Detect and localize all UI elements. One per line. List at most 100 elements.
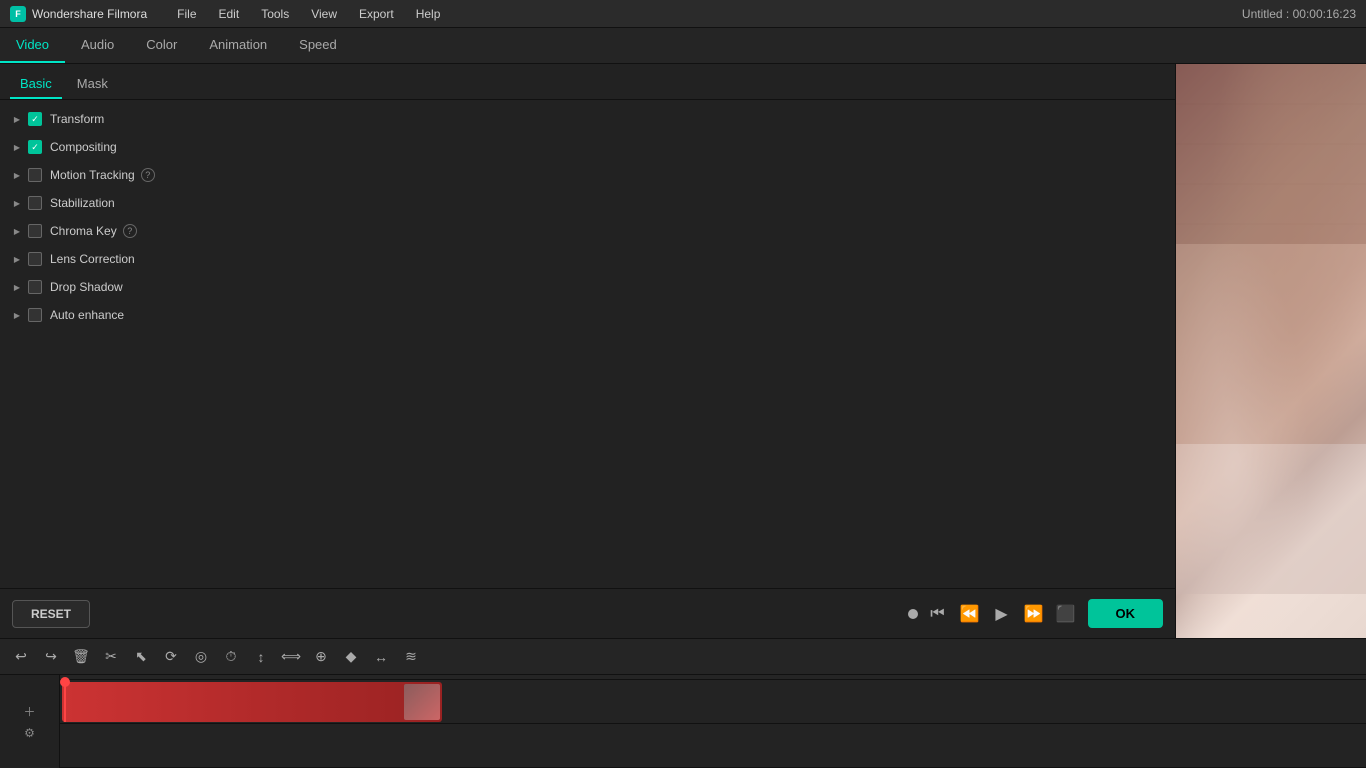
menu-file[interactable]: File	[167, 4, 206, 24]
tab-speed[interactable]: Speed	[283, 27, 353, 63]
timeline-area: ↩ ↪ 🗑 ✂ ⬉ ⟳ ◎ ⏱ ↕ ⟺ ⊕ ◆ ↔ ≋ ＋ ⚙ 00:00:00…	[0, 638, 1366, 768]
ruler-tick-5: 00:00:50:00	[960, 675, 1008, 677]
property-label-transform: Transform	[50, 112, 104, 126]
playhead[interactable]	[64, 682, 66, 722]
property-row-chroma-key[interactable]: ▶ Chroma Key ?	[0, 217, 1175, 245]
property-label-motion-tracking: Motion Tracking	[50, 168, 135, 182]
preview-image	[1176, 64, 1366, 638]
expand-arrow-compositing[interactable]: ▶	[10, 140, 24, 154]
property-row-motion-tracking[interactable]: ▶ Motion Tracking ?	[0, 161, 1175, 189]
property-label-lens-correction: Lens Correction	[50, 252, 135, 266]
checkbox-lens-correction[interactable]	[28, 252, 42, 266]
tab-color[interactable]: Color	[130, 27, 193, 63]
tl-redo-btn[interactable]: ↪	[38, 644, 64, 670]
checkbox-stabilization[interactable]	[28, 196, 42, 210]
playback-play-forward[interactable]: ⏩	[1022, 602, 1046, 626]
checkbox-transform[interactable]	[28, 112, 42, 126]
menu-tools[interactable]: Tools	[251, 4, 299, 24]
filmora-icon: F	[10, 6, 26, 22]
checkbox-drop-shadow[interactable]	[28, 280, 42, 294]
timeline-ruler-area: 00:00:00:00 00:00:10:00 00:00:20:00 00:0…	[60, 675, 1366, 768]
tab-animation[interactable]: Animation	[193, 27, 283, 63]
expand-arrow-drop-shadow[interactable]: ▶	[10, 280, 24, 294]
main-tab-bar: Video Audio Color Animation Speed	[0, 28, 1366, 64]
property-label-stabilization: Stabilization	[50, 196, 115, 210]
property-label-auto-enhance: Auto enhance	[50, 308, 124, 322]
tl-record-btn[interactable]: ◎	[188, 644, 214, 670]
scrubber-dot	[908, 609, 918, 619]
checkbox-auto-enhance[interactable]	[28, 308, 42, 322]
tab-video[interactable]: Video	[0, 27, 65, 63]
timeline-toolbar: ↩ ↪ 🗑 ✂ ⬉ ⟳ ◎ ⏱ ↕ ⟺ ⊕ ◆ ↔ ≋	[0, 639, 1366, 675]
property-row-transform[interactable]: ▶ Transform	[0, 105, 1175, 133]
left-panel: Basic Mask ▶ Transform ▶ Compositing ▶ M…	[0, 64, 1175, 638]
main-content: Basic Mask ▶ Transform ▶ Compositing ▶ M…	[0, 64, 1366, 638]
expand-arrow-auto-enhance[interactable]: ▶	[10, 308, 24, 322]
sub-tab-basic[interactable]: Basic	[10, 72, 62, 99]
expand-arrow-chroma-key[interactable]: ▶	[10, 224, 24, 238]
timeline-add-track-btn[interactable]: ＋	[23, 703, 35, 720]
expand-arrow-stabilization[interactable]: ▶	[10, 196, 24, 210]
property-row-compositing[interactable]: ▶ Compositing	[0, 133, 1175, 161]
property-row-auto-enhance[interactable]: ▶ Auto enhance	[0, 301, 1175, 329]
ruler-tick-1: 00:00:10:00	[240, 675, 288, 677]
expand-arrow-motion-tracking[interactable]: ▶	[10, 168, 24, 182]
tl-ripple-btn[interactable]: ⟺	[278, 644, 304, 670]
tl-snap-btn[interactable]: ⊕	[308, 644, 334, 670]
title-bar: F Wondershare Filmora File Edit Tools Vi…	[0, 0, 1366, 28]
timeline-settings-btn[interactable]: ⚙	[24, 726, 35, 740]
property-label-chroma-key: Chroma Key	[50, 224, 117, 238]
menu-edit[interactable]: Edit	[209, 4, 250, 24]
playhead-top	[60, 677, 70, 687]
ruler-tick-6: 00:01:00:00	[1140, 675, 1188, 677]
checkbox-compositing[interactable]	[28, 140, 42, 154]
ruler-tick-3: 00:00:30:00	[600, 675, 648, 677]
checkbox-motion-tracking[interactable]	[28, 168, 42, 182]
tab-audio[interactable]: Audio	[65, 27, 130, 63]
playback-play[interactable]: ▶	[990, 602, 1014, 626]
tl-crop-btn[interactable]: ⬉	[128, 644, 154, 670]
menu-bar: File Edit Tools View Export Help	[167, 4, 450, 24]
playback-step-back[interactable]: ⏮	[926, 602, 950, 626]
menu-export[interactable]: Export	[349, 4, 404, 24]
tl-marker-btn[interactable]: ◆	[338, 644, 364, 670]
menu-help[interactable]: Help	[406, 4, 451, 24]
tl-audio-btn[interactable]: ↕	[248, 644, 274, 670]
track-clip-1[interactable]	[62, 682, 442, 722]
timeline-track-1	[60, 680, 1366, 724]
expand-arrow-transform[interactable]: ▶	[10, 112, 24, 126]
property-row-stabilization[interactable]: ▶ Stabilization	[0, 189, 1175, 217]
tl-delete-btn[interactable]: 🗑	[68, 644, 94, 670]
right-panel	[1175, 64, 1366, 638]
properties-panel: ▶ Transform ▶ Compositing ▶ Motion Track…	[0, 100, 1175, 588]
property-label-drop-shadow: Drop Shadow	[50, 280, 123, 294]
bottom-bar: RESET ⏮ ⏪ ▶ ⏩ ⬛ OK	[0, 588, 1175, 638]
ruler-tick-0: 00:00:00:00	[62, 675, 110, 677]
expand-arrow-lens-correction[interactable]: ▶	[10, 252, 24, 266]
tl-speed-btn[interactable]: ⏱	[218, 644, 244, 670]
ruler-tick-2: 00:00:20:00	[420, 675, 468, 677]
tl-undo-btn[interactable]: ↩	[8, 644, 34, 670]
app-name: Wondershare Filmora	[32, 7, 147, 21]
property-row-drop-shadow[interactable]: ▶ Drop Shadow	[0, 273, 1175, 301]
app-logo: F Wondershare Filmora	[10, 6, 147, 22]
checkbox-chroma-key[interactable]	[28, 224, 42, 238]
reset-button[interactable]: RESET	[12, 600, 90, 628]
playback-stop[interactable]: ⬛	[1054, 602, 1078, 626]
playback-play-back[interactable]: ⏪	[958, 602, 982, 626]
property-label-compositing: Compositing	[50, 140, 117, 154]
timeline-track-2	[60, 724, 1366, 768]
tl-cut-btn[interactable]: ✂	[98, 644, 124, 670]
timeline-content: ＋ ⚙ 00:00:00:00 00:00:10:00 00:00:20:00 …	[0, 675, 1366, 768]
ok-button[interactable]: OK	[1088, 599, 1164, 628]
menu-view[interactable]: View	[301, 4, 347, 24]
tl-rotate-btn[interactable]: ⟳	[158, 644, 184, 670]
timeline-left-gutter: ＋ ⚙	[0, 675, 60, 768]
tl-zoom-btn[interactable]: ↔	[368, 644, 394, 670]
sub-tab-mask[interactable]: Mask	[67, 72, 118, 99]
tl-waves-btn[interactable]: ≋	[398, 644, 424, 670]
help-icon-chroma-key[interactable]: ?	[123, 224, 137, 238]
timeline-track-area[interactable]	[60, 680, 1366, 768]
property-row-lens-correction[interactable]: ▶ Lens Correction	[0, 245, 1175, 273]
help-icon-motion-tracking[interactable]: ?	[141, 168, 155, 182]
